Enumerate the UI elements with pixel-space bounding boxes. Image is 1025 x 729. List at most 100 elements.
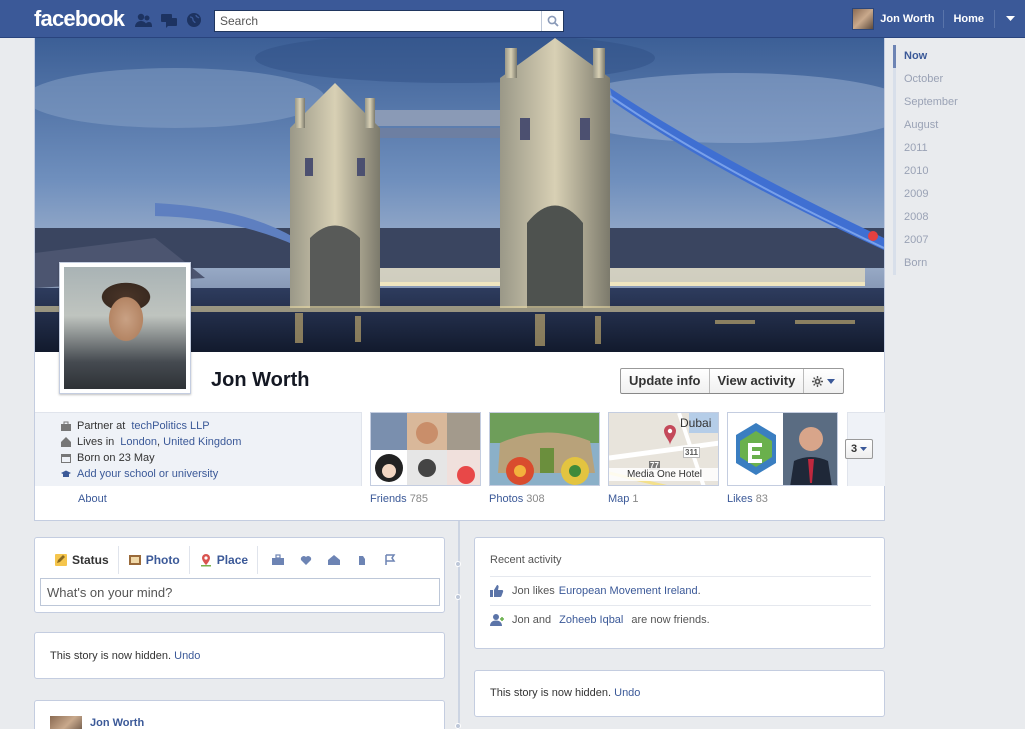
likes-count: 83	[755, 493, 768, 505]
photos-thumbnail	[490, 413, 599, 485]
tab-photo[interactable]: Photo	[119, 546, 190, 574]
profile-name[interactable]: Jon Worth	[211, 369, 310, 392]
heart-icon[interactable]	[300, 554, 312, 566]
update-info-button[interactable]: Update info	[621, 369, 710, 393]
friends-thumbnails	[371, 413, 480, 485]
activity-prefix: Jon and	[512, 614, 552, 626]
timeline-nav-now[interactable]: Now	[893, 45, 1003, 68]
timeline-nav-2009[interactable]: 2009	[896, 183, 1003, 206]
activity-suffix: .	[697, 585, 701, 597]
timeline-nav-september[interactable]: September	[896, 91, 1003, 114]
likes-label: Likes	[727, 493, 753, 505]
activity-row: Jon and Zoheeb Iqbal are now friends.	[490, 605, 871, 634]
milestone-flag-icon[interactable]	[384, 554, 396, 566]
map-city-label: Dubai	[680, 416, 712, 430]
timeline-navigation: Now October September August 2011 2010 2…	[893, 45, 1003, 275]
about-link[interactable]: About	[78, 493, 107, 505]
settings-menu-button[interactable]	[804, 369, 843, 393]
more-apps-button[interactable]: 3	[845, 439, 873, 459]
avatar[interactable]	[50, 716, 82, 729]
status-pencil-icon	[55, 554, 67, 566]
status-composer: Status Photo Place	[34, 537, 445, 613]
status-input[interactable]	[40, 578, 440, 606]
search-button[interactable]	[541, 11, 563, 31]
photos-label: Photos	[489, 493, 524, 505]
school-row: Add your school or university	[61, 468, 218, 480]
hidden-story-text: This story is now hidden.	[490, 687, 612, 699]
health-icon[interactable]	[356, 554, 368, 566]
timeline-nav-2011[interactable]: 2011	[896, 137, 1003, 160]
timeline-nav-2008[interactable]: 2008	[896, 206, 1003, 229]
friends-label: Friends	[370, 493, 407, 505]
map-app-box[interactable]: Dubai 311 77 Media One Hotel	[608, 412, 719, 486]
gear-icon	[812, 375, 824, 387]
post-card: Jon Worth	[34, 700, 445, 729]
profile-actions: Update info View activity	[620, 368, 845, 394]
timeline-nav-2010[interactable]: 2010	[896, 160, 1003, 183]
briefcase-icon	[61, 421, 71, 431]
map-road-label: 311	[683, 447, 700, 458]
top-right-nav: Jon Worth Home	[852, 0, 1025, 38]
new-friend-icon	[490, 614, 504, 626]
home-icon	[61, 437, 71, 447]
search-input[interactable]	[215, 11, 541, 31]
tab-status-label: Status	[72, 553, 109, 567]
undo-link[interactable]: Undo	[614, 687, 640, 699]
timeline-nav-2007[interactable]: 2007	[896, 229, 1003, 252]
friend-requests-icon[interactable]	[134, 12, 152, 28]
graduation-cap-icon	[61, 470, 71, 477]
view-activity-button[interactable]: View activity	[710, 369, 805, 393]
map-place-label: Media One Hotel	[609, 468, 718, 481]
more-apps-count: 3	[850, 443, 858, 455]
thumbs-up-icon	[490, 585, 504, 597]
recent-activity-card: Recent activity Jon likes European Movem…	[474, 537, 885, 649]
friends-app-box[interactable]	[370, 412, 481, 486]
account-menu-button[interactable]	[995, 10, 1025, 28]
composer-tabs: Status Photo Place	[45, 546, 396, 574]
birthday-text: Born on 23 May	[77, 452, 155, 464]
messages-icon[interactable]	[160, 12, 178, 28]
work-row: Partner at techPolitics LLP	[61, 420, 210, 432]
timeline-marker	[455, 594, 461, 600]
profile-picture[interactable]	[59, 262, 191, 394]
likes-app-box[interactable]	[727, 412, 838, 486]
tab-place[interactable]: Place	[190, 546, 259, 574]
profile-link[interactable]: Jon Worth	[880, 10, 945, 28]
hidden-story-text: This story is now hidden.	[50, 650, 172, 662]
map-link[interactable]: Map 1	[608, 493, 639, 505]
avatar[interactable]	[852, 8, 875, 30]
home-link[interactable]: Home	[944, 10, 995, 28]
undo-link[interactable]: Undo	[174, 650, 200, 662]
photos-link[interactable]: Photos 308	[489, 493, 545, 505]
likes-link[interactable]: Likes 83	[727, 493, 768, 505]
chevron-down-icon	[827, 378, 836, 384]
timeline-nav-october[interactable]: October	[896, 68, 1003, 91]
home-living-icon[interactable]	[328, 554, 341, 566]
timeline-nav-august[interactable]: August	[896, 114, 1003, 137]
country-link[interactable]: United Kingdom	[163, 436, 241, 448]
timeline-spine	[458, 521, 460, 729]
tab-place-label: Place	[216, 553, 249, 567]
timeline-marker	[455, 561, 461, 567]
recent-activity-title: Recent activity	[490, 554, 562, 566]
liked-page-link[interactable]: European Movement Ireland	[559, 585, 698, 597]
chevron-down-icon	[1005, 16, 1015, 21]
search-icon	[547, 15, 559, 27]
place-pin-icon	[200, 554, 211, 567]
tab-status[interactable]: Status	[45, 546, 119, 574]
friends-link[interactable]: Friends 785	[370, 493, 428, 505]
map-count: 1	[632, 493, 639, 505]
city-link[interactable]: London	[120, 436, 157, 448]
likes-thumbnails	[728, 413, 837, 485]
employer-link[interactable]: techPolitics LLP	[131, 420, 209, 432]
post-author-link[interactable]: Jon Worth	[90, 717, 144, 729]
notifications-globe-icon[interactable]	[185, 12, 203, 28]
facebook-logo[interactable]: facebook	[34, 6, 125, 32]
map-label: Map	[608, 493, 630, 505]
friend-name-link[interactable]: Zoheeb Iqbal	[559, 614, 623, 626]
hidden-story-card: This story is now hidden. Undo	[34, 632, 445, 679]
work-education-icon[interactable]	[272, 554, 285, 566]
timeline-nav-born[interactable]: Born	[896, 252, 1003, 275]
add-school-link[interactable]: Add your school or university	[77, 468, 218, 480]
photos-app-box[interactable]	[489, 412, 600, 486]
